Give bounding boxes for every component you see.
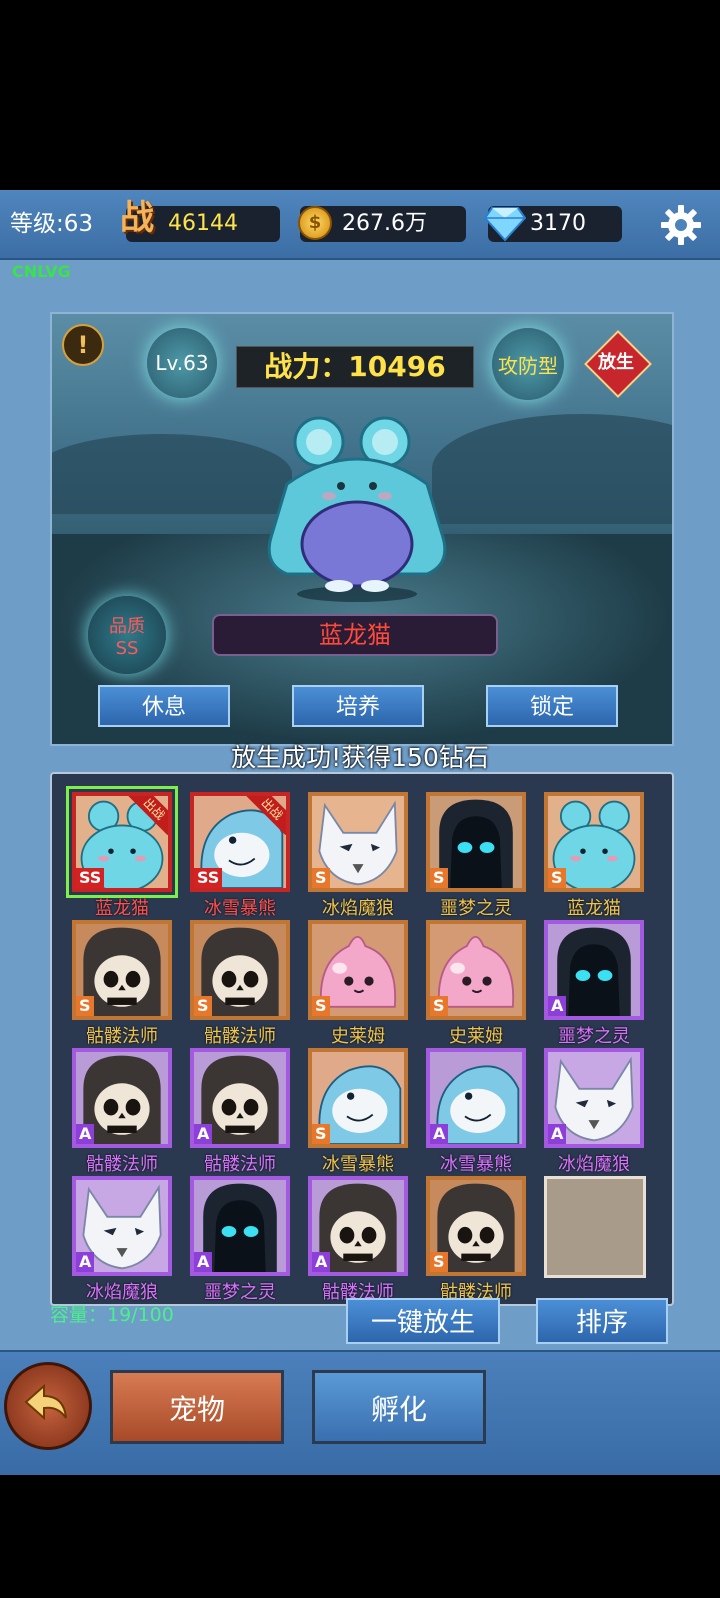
diamond-icon (484, 207, 526, 242)
pet-card[interactable]: A (190, 1176, 290, 1276)
player-level: 等级:63 (10, 211, 94, 237)
pet-card[interactable]: S (72, 920, 172, 1020)
pet-card[interactable]: 出战 SS (72, 792, 172, 892)
quality-value: SS (115, 637, 139, 659)
pet-name: 冰雪暴熊 (322, 1154, 394, 1175)
grade-badge: S (430, 996, 448, 1016)
grade-badge: A (430, 1124, 449, 1144)
diamond-display: 3170 (484, 206, 622, 242)
capacity-text: 容量：19/100 (50, 1304, 174, 1326)
pet-card[interactable]: A (308, 1176, 408, 1276)
pet-card[interactable]: S (308, 1048, 408, 1148)
quality-badge: 品质 SS (88, 596, 166, 674)
pet-name-plate: 蓝龙猫 (212, 614, 498, 656)
empty-pet-slot[interactable] (544, 1176, 646, 1278)
tab-hatch[interactable]: 孵化 (312, 1370, 486, 1444)
pet-card[interactable]: S (426, 792, 526, 892)
pet-sprite-blue-dragon-cat (267, 416, 447, 602)
grade-badge: SS (194, 868, 223, 888)
pet-name: 冰焰魔狼 (558, 1154, 630, 1175)
pet-power: 战力：10496 (236, 346, 474, 388)
game-screen: 等级:63 战 46144 $ 267.6万 3170 CNLVG ! Lv.6… (0, 190, 720, 1475)
mountain (432, 414, 672, 524)
pet-name: 冰雪暴熊 (204, 898, 276, 919)
grade-badge: S (312, 1124, 330, 1144)
pet-name: 骷髅法师 (204, 1026, 276, 1047)
pet-card[interactable]: S (308, 792, 408, 892)
pet-name: 噩梦之灵 (204, 1282, 276, 1303)
pet-card[interactable]: 出战 SS (190, 792, 290, 892)
back-button[interactable] (4, 1362, 92, 1450)
pet-card[interactable]: A (72, 1048, 172, 1148)
grade-badge: A (76, 1252, 95, 1272)
grade-badge: S (312, 868, 330, 888)
pet-card[interactable]: A (190, 1048, 290, 1148)
train-button[interactable]: 培养 (292, 685, 424, 727)
pet-name: 骷髅法师 (204, 1154, 276, 1175)
pet-name: 冰焰魔狼 (322, 898, 394, 919)
coin-value: 267.6万 (342, 211, 427, 236)
pet-level-badge: Lv.63 (147, 328, 217, 398)
power-display: 战 46144 (120, 200, 280, 242)
pet-name: 冰雪暴熊 (440, 1154, 512, 1175)
lock-button[interactable]: 锁定 (486, 685, 618, 727)
pet-card[interactable]: A (544, 920, 644, 1020)
pet-name: 噩梦之灵 (558, 1026, 630, 1047)
pet-name: 骷髅法师 (86, 1026, 158, 1047)
grade-badge: A (548, 996, 567, 1016)
power-icon: 战 (120, 198, 154, 238)
pet-name: 史莱姆 (331, 1026, 385, 1047)
pet-card[interactable]: S (426, 1176, 526, 1276)
pet-card[interactable]: S (544, 792, 644, 892)
back-arrow-icon (24, 1383, 67, 1421)
pet-name: 史莱姆 (449, 1026, 503, 1047)
pet-name: 蓝龙猫 (567, 898, 621, 919)
player-tag: CNLVG (12, 262, 71, 281)
pet-name: 骷髅法师 (86, 1154, 158, 1175)
grade-badge: S (76, 996, 94, 1016)
diamond-value: 3170 (530, 211, 586, 236)
pet-card[interactable]: A (544, 1048, 644, 1148)
grade-badge: S (312, 996, 330, 1016)
rest-button[interactable]: 休息 (98, 685, 230, 727)
pet-card[interactable]: S (308, 920, 408, 1020)
pet-name: 蓝龙猫 (95, 898, 149, 919)
grade-badge: S (194, 996, 212, 1016)
grade-badge: S (548, 868, 566, 888)
grade-badge: A (194, 1252, 213, 1272)
pet-type-badge: 攻防型 (492, 328, 564, 400)
release-button[interactable] (584, 330, 652, 398)
grade-badge: A (76, 1124, 95, 1144)
pet-card[interactable]: A (72, 1176, 172, 1276)
power-value: 46144 (168, 211, 238, 236)
info-icon[interactable]: ! (62, 324, 104, 366)
grade-badge: A (194, 1124, 213, 1144)
tab-pets[interactable]: 宠物 (110, 1370, 284, 1444)
release-all-button[interactable]: 一键放生 (346, 1298, 500, 1344)
top-resource-bar: 等级:63 战 46144 $ 267.6万 3170 (0, 190, 720, 260)
sort-button[interactable]: 排序 (536, 1298, 668, 1344)
coin-icon: $ (298, 206, 332, 240)
release-success-message: 放生成功!获得150钻石 (231, 743, 489, 772)
quality-label: 品质 (109, 615, 145, 637)
grade-badge: A (312, 1252, 331, 1272)
bottom-tab-bar: 宠物 孵化 (0, 1350, 720, 1475)
grade-badge: S (430, 1252, 448, 1272)
pet-name: 噩梦之灵 (440, 898, 512, 919)
pet-card[interactable]: S (426, 920, 526, 1020)
pet-card[interactable]: S (190, 920, 290, 1020)
pet-card[interactable]: A (426, 1048, 526, 1148)
coin-display: $ 267.6万 (298, 206, 466, 242)
settings-gear-icon[interactable] (660, 204, 702, 246)
pet-stage: ! Lv.63 战力：10496 攻防型 放生 品质 SS 蓝龙猫 (50, 312, 674, 746)
pet-inventory-grid: 出战 SS 蓝龙猫 出战 SS 冰雪暴熊 S 冰焰魔狼 S 噩梦之灵 S 蓝龙猫 S 骷髅法师 S 骷髅法师 S… (50, 772, 674, 1306)
grade-badge: S (430, 868, 448, 888)
grade-badge: SS (76, 868, 105, 888)
grade-badge: A (548, 1124, 567, 1144)
